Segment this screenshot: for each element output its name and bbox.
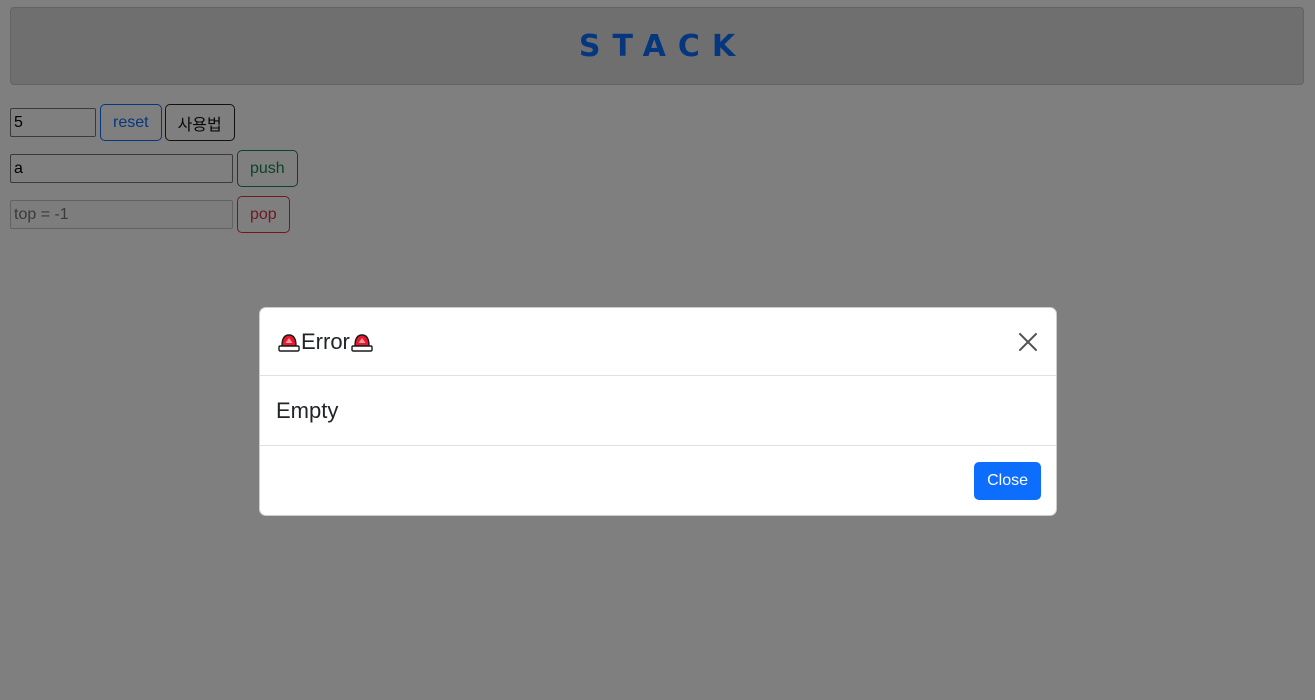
modal-title: Error: [277, 329, 374, 355]
police-light-icon: [351, 333, 373, 352]
police-light-icon: [278, 333, 300, 352]
modal-close-x-button[interactable]: [1016, 330, 1040, 354]
close-button[interactable]: Close: [974, 461, 1041, 500]
modal-footer: Close: [260, 446, 1056, 515]
modal-body: Empty: [260, 376, 1056, 446]
modal-header: Error: [260, 308, 1056, 376]
modal-message: Empty: [276, 397, 339, 423]
error-modal: Error Empty Close: [259, 307, 1057, 516]
close-icon: [1019, 332, 1037, 351]
modal-title-text: Error: [301, 328, 350, 354]
